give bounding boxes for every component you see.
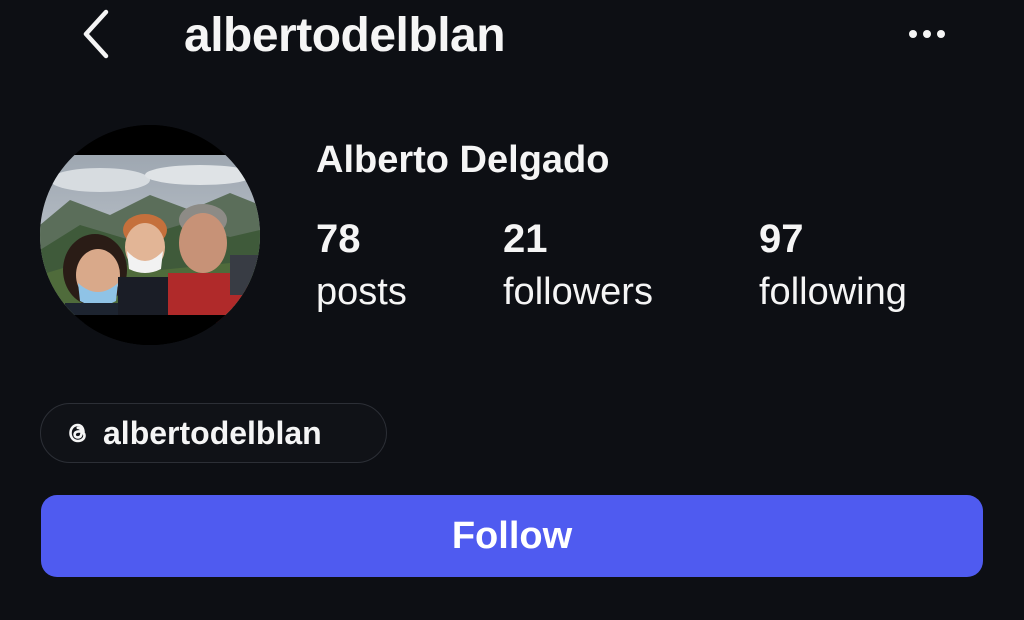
profile-display-name: Alberto Delgado: [316, 139, 610, 181]
posts-count: 78: [316, 217, 361, 261]
followers-count: 21: [503, 217, 548, 261]
back-button[interactable]: [70, 8, 122, 60]
threads-handle: albertodelblan: [103, 415, 322, 451]
profile-username-title: albertodelblan: [184, 9, 506, 62]
followers-label: followers: [503, 271, 653, 313]
threads-icon: [63, 418, 93, 448]
following-label: following: [759, 271, 907, 313]
threads-profile-link[interactable]: albertodelblan: [40, 403, 387, 463]
chevron-left-icon: [83, 9, 109, 59]
following-count: 97: [759, 217, 804, 261]
posts-label: posts: [316, 271, 407, 313]
more-horizontal-icon: [909, 30, 945, 38]
profile-photo: [40, 125, 260, 345]
posts-stat[interactable]: 78 posts: [316, 214, 407, 320]
follow-button[interactable]: Follow: [41, 495, 983, 577]
profile-screen: albertodelblan Alberto Delgado 78 posts …: [0, 0, 1024, 620]
following-stat[interactable]: 97 following: [759, 214, 907, 320]
profile-avatar[interactable]: [40, 125, 260, 345]
followers-stat[interactable]: 21 followers: [503, 214, 653, 320]
more-options-button[interactable]: [898, 14, 956, 54]
follow-button-label: Follow: [451, 514, 573, 557]
